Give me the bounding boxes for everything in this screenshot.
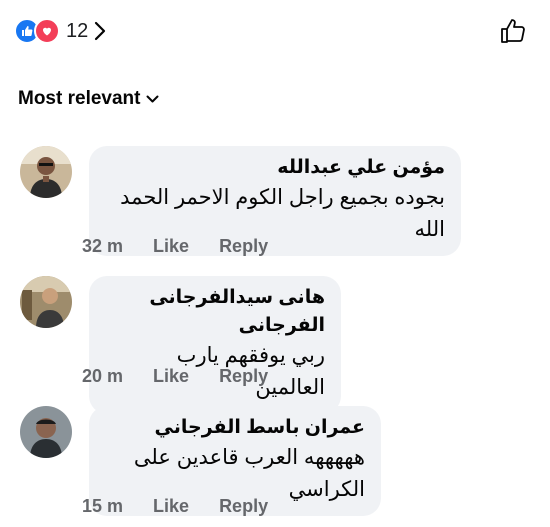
reactions-header: 12 xyxy=(14,14,534,50)
avatar[interactable] xyxy=(20,406,72,458)
chevron-down-icon xyxy=(146,95,159,102)
comment-author[interactable]: عمران باسط الفرجاني xyxy=(105,414,365,442)
comment-actions: 15 m Like Reply xyxy=(82,496,298,517)
avatar[interactable] xyxy=(20,276,72,328)
avatar[interactable] xyxy=(20,146,72,198)
love-reaction-icon xyxy=(34,18,60,44)
sort-dropdown[interactable]: Most relevant xyxy=(18,88,159,110)
reply-button[interactable]: Reply xyxy=(219,496,268,517)
comment-time[interactable]: 15 m xyxy=(82,496,123,517)
reply-button[interactable]: Reply xyxy=(219,236,268,257)
like-button[interactable]: Like xyxy=(153,236,189,257)
comment-bubble: هانى سيدالفرجانى الفرجانى ربي يوفقهم يار… xyxy=(89,276,341,414)
reactions-summary[interactable]: 12 xyxy=(14,18,106,44)
reaction-count: 12 xyxy=(66,19,89,42)
comment-time[interactable]: 20 m xyxy=(82,366,123,387)
like-button[interactable]: Like xyxy=(153,496,189,517)
comment-author[interactable]: مؤمن علي عبدالله xyxy=(105,154,445,182)
comment-actions: 32 m Like Reply xyxy=(82,236,298,257)
like-post-button[interactable] xyxy=(498,16,528,46)
chevron-right-icon xyxy=(94,21,106,41)
comment-author[interactable]: هانى سيدالفرجانى الفرجانى xyxy=(105,284,325,340)
like-button[interactable]: Like xyxy=(153,366,189,387)
thumbs-up-icon xyxy=(501,19,525,43)
sort-label: Most relevant xyxy=(18,88,141,109)
comment-time[interactable]: 32 m xyxy=(82,236,123,257)
reply-button[interactable]: Reply xyxy=(219,366,268,387)
comment-actions: 20 m Like Reply xyxy=(82,366,298,387)
